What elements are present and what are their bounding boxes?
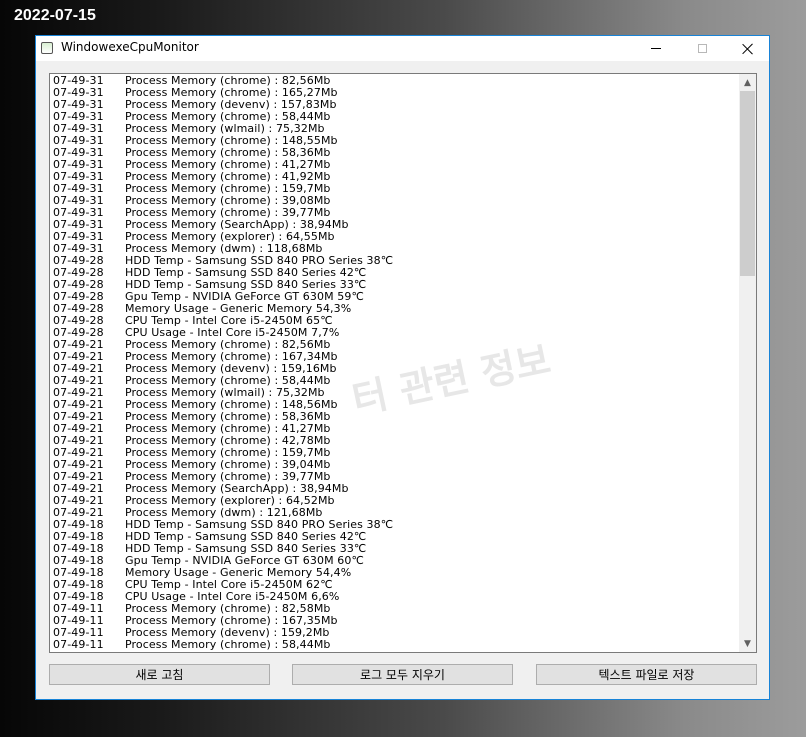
app-window: WindowexeCpuMonitor 07-49-31 Process Memo… xyxy=(35,35,770,700)
close-button[interactable] xyxy=(725,36,771,61)
scroll-thumb[interactable] xyxy=(740,91,755,276)
log-list: 07-49-31 Process Memory (chrome) : 82,56M… xyxy=(53,75,738,652)
window-title: WindowexeCpuMonitor xyxy=(61,40,199,54)
scroll-up-button[interactable]: ▲ xyxy=(739,74,756,91)
save-to-text-file-button[interactable]: 텍스트 파일로 저장 xyxy=(536,664,757,685)
log-listbox[interactable]: 07-49-31 Process Memory (chrome) : 82,56M… xyxy=(49,73,757,653)
clear-logs-button[interactable]: 로그 모두 지우기 xyxy=(292,664,513,685)
minimize-button[interactable] xyxy=(633,36,679,61)
log-time: 07-49-11 xyxy=(53,638,104,651)
maximize-icon xyxy=(697,44,707,53)
log-row[interactable]: 07-49-11 Process Memory (chrome) : 58,44M… xyxy=(53,639,738,651)
maximize-button[interactable] xyxy=(679,36,725,61)
date-label: 2022-07-15 xyxy=(14,7,96,24)
log-message: Process Memory (chrome) : 58,44Mb xyxy=(125,638,331,651)
scroll-up-arrow-icon: ▲ xyxy=(744,77,751,88)
title-bar[interactable]: WindowexeCpuMonitor xyxy=(36,36,769,61)
close-icon xyxy=(742,43,754,55)
scroll-down-button[interactable]: ▼ xyxy=(739,635,756,652)
scroll-down-arrow-icon: ▼ xyxy=(744,638,751,649)
minimize-icon xyxy=(651,48,661,49)
app-icon xyxy=(41,42,53,54)
refresh-button[interactable]: 새로 고침 xyxy=(49,664,270,685)
vertical-scrollbar[interactable]: ▲ ▼ xyxy=(739,74,756,652)
